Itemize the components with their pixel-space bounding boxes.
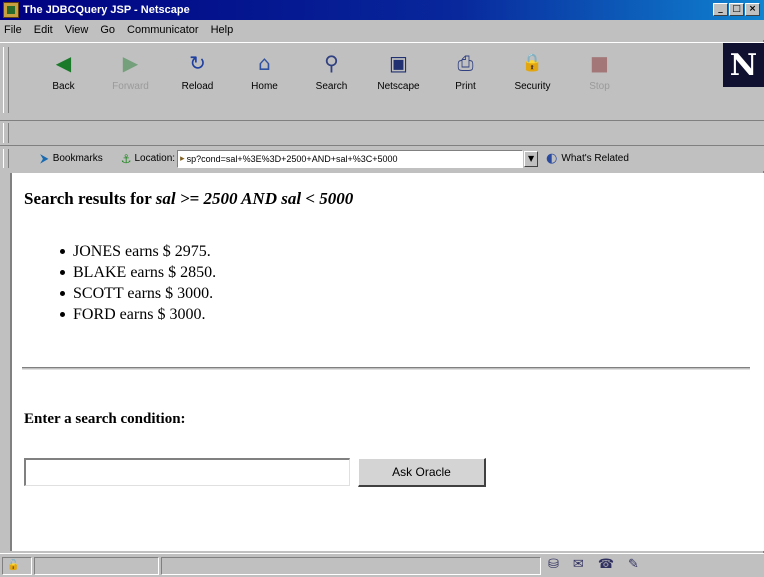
close-button[interactable]: × bbox=[745, 3, 760, 16]
list-item: FORD earns $ 3000. bbox=[60, 304, 216, 325]
bullet-icon bbox=[60, 270, 65, 275]
location-label: Location: bbox=[134, 153, 176, 164]
page-content: Search results for sal >= 2500 AND sal <… bbox=[10, 173, 764, 551]
composer-icon[interactable]: ✎ bbox=[628, 557, 639, 572]
bullet-icon bbox=[60, 312, 65, 317]
print-icon: ⎙ bbox=[457, 51, 474, 75]
search-condition-input[interactable] bbox=[24, 458, 350, 486]
status-bar: 🔓 ⛁ ✉ ☎ ✎ bbox=[0, 553, 764, 577]
menu-edit[interactable]: Edit bbox=[34, 24, 53, 36]
search-label: Search bbox=[315, 81, 348, 92]
menu-view[interactable]: View bbox=[65, 24, 89, 36]
heading-query: sal >= 2500 AND sal < 5000 bbox=[155, 189, 354, 208]
newsgroups-icon[interactable]: ☎ bbox=[598, 557, 614, 572]
bullet-icon bbox=[60, 291, 65, 296]
security-status[interactable]: 🔓 bbox=[2, 556, 32, 575]
netscape-label: Netscape bbox=[377, 81, 420, 92]
location-label-group: ⚓ Location: bbox=[121, 152, 177, 166]
security-button[interactable]: 🔒 Security bbox=[499, 51, 566, 109]
whats-related-label: What's Related bbox=[561, 153, 629, 164]
back-label: Back bbox=[52, 81, 75, 92]
home-label: Home bbox=[251, 81, 278, 92]
content-frame-border bbox=[10, 173, 12, 551]
window-title: The JDBCQuery JSP - Netscape bbox=[23, 4, 190, 16]
search-icon: ⚲ bbox=[324, 51, 339, 75]
toolbar-grip[interactable] bbox=[3, 47, 9, 113]
ask-oracle-button[interactable]: Ask Oracle bbox=[358, 458, 486, 487]
security-label: Security bbox=[514, 81, 551, 92]
title-bar[interactable]: The JDBCQuery JSP - Netscape _ □ × bbox=[0, 0, 764, 20]
result-text: BLAKE earns $ 2850. bbox=[73, 264, 217, 281]
location-icon: ⚓ bbox=[120, 151, 132, 166]
bullet-icon bbox=[60, 249, 65, 254]
horizontal-rule bbox=[22, 367, 750, 370]
url-text: sp?cond=sal+%3E%3D+2500+AND+sal+%3C+5000 bbox=[186, 153, 398, 164]
search-prompt: Enter a search condition: bbox=[24, 411, 186, 427]
list-item: BLAKE earns $ 2850. bbox=[60, 262, 216, 283]
minimize-button[interactable]: _ bbox=[713, 3, 728, 16]
stop-label: Stop bbox=[589, 81, 610, 92]
reload-icon: ↻ bbox=[189, 51, 206, 75]
print-label: Print bbox=[455, 81, 476, 92]
search-button[interactable]: ⚲ Search bbox=[298, 51, 365, 109]
page-favicon: ▸ bbox=[180, 153, 185, 163]
mail-icon[interactable]: ✉ bbox=[573, 557, 584, 572]
back-button[interactable]: ◀ Back bbox=[30, 51, 97, 109]
component-bar: ⛁ ✉ ☎ ✎ bbox=[548, 557, 639, 572]
reload-label: Reload bbox=[181, 81, 214, 92]
back-arrow-icon: ◀ bbox=[55, 51, 72, 75]
menu-file[interactable]: File bbox=[4, 24, 22, 36]
stop-button[interactable]: ■ Stop bbox=[566, 51, 633, 109]
status-message bbox=[161, 556, 541, 575]
nav-buttons: ◀ Back ▶ Forward ↻ Reload ⌂ Home ⚲ Searc… bbox=[30, 51, 633, 109]
url-input[interactable]: ▸ sp?cond=sal+%3E%3D+2500+AND+sal+%3C+50… bbox=[177, 149, 524, 168]
unlocked-icon: 🔓 bbox=[7, 560, 20, 571]
home-button[interactable]: ⌂ Home bbox=[231, 51, 298, 109]
netscape-button[interactable]: ▣ Netscape bbox=[365, 51, 432, 109]
result-text: FORD earns $ 3000. bbox=[73, 306, 206, 323]
list-item: SCOTT earns $ 3000. bbox=[60, 283, 216, 304]
bookmarks-button[interactable]: ⮞ Bookmarks bbox=[40, 151, 103, 166]
stop-icon: ■ bbox=[590, 51, 609, 75]
forward-button[interactable]: ▶ Forward bbox=[97, 51, 164, 109]
print-button[interactable]: ⎙ Print bbox=[432, 51, 499, 109]
lock-icon: 🔒 bbox=[521, 53, 544, 73]
progress-panel bbox=[34, 556, 159, 575]
whats-related-icon: ◐ bbox=[546, 151, 558, 166]
heading-prefix: Search results for bbox=[24, 189, 152, 208]
reload-button[interactable]: ↻ Reload bbox=[164, 51, 231, 109]
menu-go[interactable]: Go bbox=[100, 24, 115, 36]
menu-communicator[interactable]: Communicator bbox=[127, 24, 199, 36]
list-item: JONES earns $ 2975. bbox=[60, 241, 216, 262]
personal-toolbar bbox=[0, 120, 764, 145]
menu-bar: File Edit View Go Communicator Help bbox=[0, 20, 764, 40]
forward-label: Forward bbox=[112, 81, 149, 92]
window-controls: _ □ × bbox=[713, 3, 760, 16]
results-list: JONES earns $ 2975. BLAKE earns $ 2850. … bbox=[60, 241, 216, 325]
result-text: JONES earns $ 2975. bbox=[73, 243, 211, 260]
url-history-dropdown[interactable]: ▼ bbox=[524, 150, 539, 167]
location-toolbar-grip[interactable] bbox=[3, 149, 9, 168]
menu-help[interactable]: Help bbox=[211, 24, 234, 36]
forward-arrow-icon: ▶ bbox=[122, 51, 139, 75]
netscape-app-icon[interactable] bbox=[3, 2, 19, 18]
results-heading: Search results for sal >= 2500 AND sal <… bbox=[24, 189, 353, 209]
navigator-icon[interactable]: ⛁ bbox=[548, 557, 559, 572]
browser-window: The JDBCQuery JSP - Netscape _ □ × File … bbox=[0, 0, 764, 577]
navigation-toolbar: ◀ Back ▶ Forward ↻ Reload ⌂ Home ⚲ Searc… bbox=[0, 42, 764, 120]
location-toolbar: ⮞ Bookmarks ⚓ Location: ▸ sp?cond=sal+%3… bbox=[0, 145, 764, 171]
maximize-button[interactable]: □ bbox=[729, 3, 744, 16]
personal-toolbar-grip[interactable] bbox=[3, 123, 9, 143]
whats-related-button[interactable]: ◐ What's Related bbox=[546, 151, 629, 166]
netscape-logo[interactable]: N bbox=[723, 43, 764, 87]
home-icon: ⌂ bbox=[258, 51, 271, 75]
netscape-icon: ▣ bbox=[389, 51, 408, 75]
bookmarks-label: Bookmarks bbox=[52, 153, 103, 164]
result-text: SCOTT earns $ 3000. bbox=[73, 285, 214, 302]
bookmarks-icon: ⮞ bbox=[40, 151, 49, 165]
